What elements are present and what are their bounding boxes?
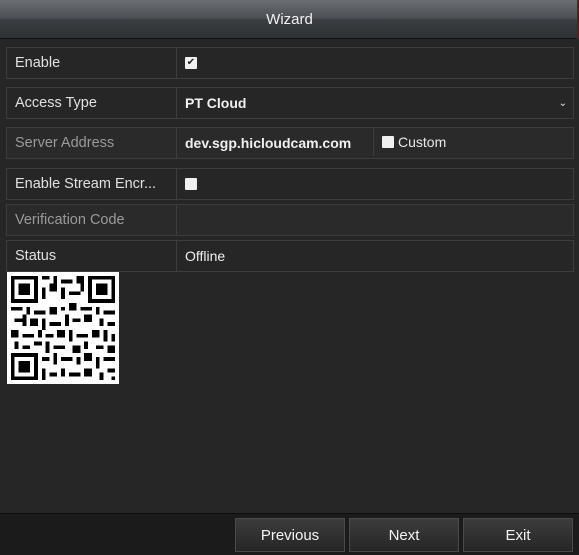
wizard-footer: Previous Next Exit [0, 513, 579, 555]
chevron-down-icon: ⌄ [558, 97, 567, 109]
custom-label: Custom [398, 134, 447, 150]
status-label: Status [7, 241, 177, 271]
access-type-row: Access Type PT Cloud ⌄ [6, 87, 574, 119]
qr-code-icon [7, 272, 119, 384]
server-address-label: Server Address [7, 128, 177, 158]
enable-row: Enable ✔ [6, 47, 574, 79]
stream-encryption-row: Enable Stream Encr... [6, 168, 574, 200]
dialog-title: Wizard [266, 10, 313, 28]
custom-checkbox[interactable] [382, 136, 394, 148]
server-address-value: dev.sgp.hicloudcam.com [185, 135, 352, 151]
enable-label: Enable [7, 48, 177, 78]
server-address-row: Server Address dev.sgp.hicloudcam.com Cu… [6, 127, 574, 159]
stream-encryption-label: Enable Stream Encr... [7, 169, 177, 199]
access-type-label: Access Type [7, 88, 177, 118]
verification-code-row: Verification Code [6, 204, 574, 236]
exit-button[interactable]: Exit [463, 518, 573, 552]
verification-code-field[interactable] [177, 205, 573, 235]
server-address-field[interactable]: dev.sgp.hicloudcam.com [177, 128, 373, 158]
enable-checkbox[interactable]: ✔ [185, 57, 197, 69]
previous-button[interactable]: Previous [235, 518, 345, 552]
next-button[interactable]: Next [349, 518, 459, 552]
stream-encryption-checkbox[interactable] [185, 178, 197, 190]
custom-toggle[interactable]: Custom [373, 128, 573, 156]
dialog-titlebar: Wizard [0, 0, 579, 39]
verification-code-label: Verification Code [7, 205, 177, 235]
status-value: Offline [185, 248, 226, 264]
access-type-value: PT Cloud [185, 95, 247, 111]
status-row: Status Offline [6, 240, 574, 272]
access-type-select[interactable]: PT Cloud ⌄ [177, 88, 573, 118]
